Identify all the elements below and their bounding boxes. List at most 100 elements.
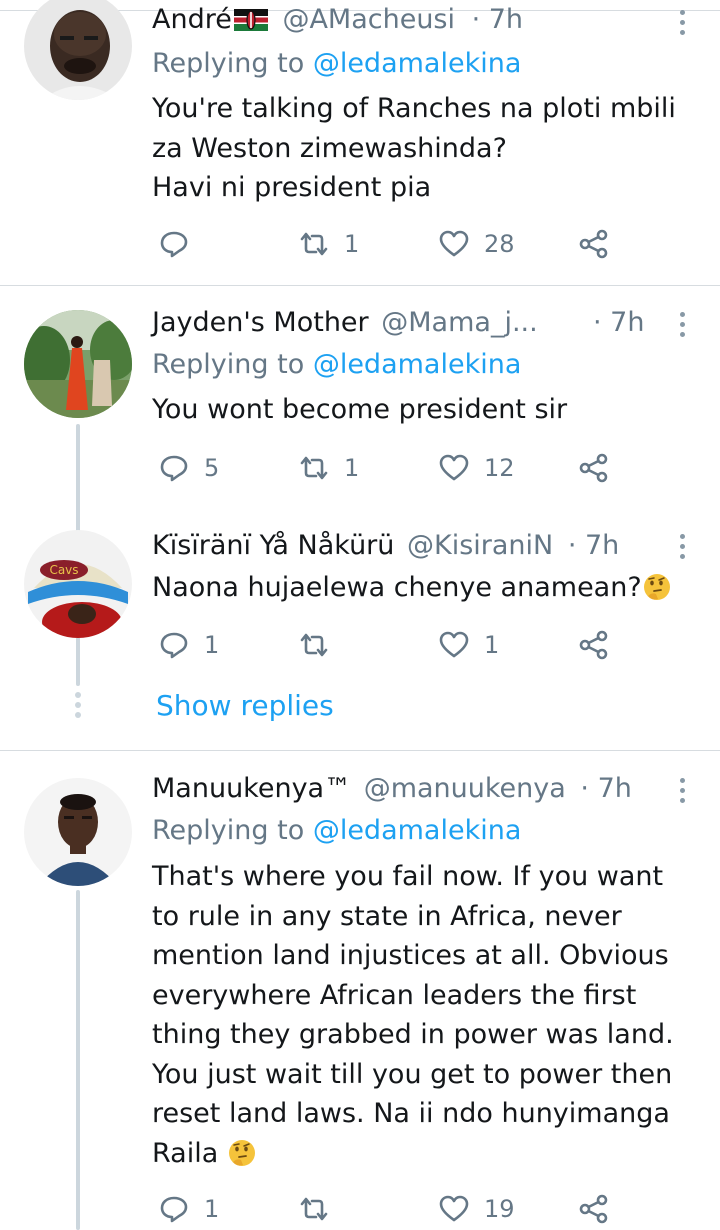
tweet-header: Kïsïränï Yå Nåkürü @KisiraniN · 7h [152, 528, 619, 564]
replying-to-label: Replying to [152, 815, 313, 846]
replying-to-handle[interactable]: @ledamalekina [313, 349, 522, 380]
display-name[interactable]: André [152, 4, 232, 35]
tweet-text-line: Naona hujaelewa chenye anamean? [152, 572, 642, 603]
tweet-text-line: mention land injustices at all. Obvious [152, 940, 669, 971]
share-button[interactable] [578, 1191, 610, 1227]
avatar[interactable] [24, 778, 132, 886]
thinking-face-icon [228, 1139, 255, 1166]
tweet-text: You wont become president sir [152, 390, 692, 430]
share-icon [579, 1194, 608, 1224]
display-name[interactable]: Jayden's Mother [152, 307, 369, 338]
more-options-icon[interactable] [680, 10, 686, 40]
reply-icon [160, 632, 188, 659]
like-count: 12 [484, 454, 515, 482]
tweet-text-line: everywhere African leaders the first [152, 979, 637, 1011]
like-button[interactable]: 12 [438, 450, 515, 486]
tweet-text: Naona hujaelewa chenye anamean? [152, 568, 692, 608]
thread-line [76, 890, 80, 1230]
retweet-icon [300, 633, 328, 657]
tweet-text-line: thing they grabbed in power was land. [152, 1019, 674, 1050]
tweet-text-line: to rule in any state in Africa, never [152, 900, 622, 932]
tweet-text-line: You just wait till you get to power then [152, 1058, 673, 1090]
retweet-count: 1 [344, 454, 360, 482]
retweet-button[interactable] [298, 1191, 330, 1227]
replying-to: Replying to @ledamalekina [152, 347, 521, 383]
reply-count: 1 [204, 1195, 220, 1223]
reply-icon [160, 1196, 188, 1223]
heart-icon [439, 631, 469, 658]
like-count: 1 [484, 631, 500, 659]
reply-button[interactable]: 5 [158, 450, 219, 486]
tweet-header: Manuukenya™ @manuukenya · 7h [152, 771, 632, 807]
share-icon [579, 229, 608, 259]
share-button[interactable] [578, 627, 610, 663]
kenya-flag-icon [233, 5, 268, 41]
reply-count: 1 [204, 631, 220, 659]
tweet-actions: 1 1 [150, 627, 650, 663]
avatar[interactable] [24, 310, 132, 418]
user-handle[interactable]: @KisiraniN [407, 530, 553, 561]
more-options-icon[interactable] [680, 534, 686, 564]
heart-icon [439, 454, 469, 481]
tweet-text-line: You wont become president sir [152, 394, 568, 425]
tweet-actions: 1 19 [150, 1191, 650, 1227]
reply-button[interactable]: 1 [158, 627, 219, 663]
share-icon [579, 630, 608, 660]
svg-text:Cavs: Cavs [49, 563, 78, 577]
replying-to-handle[interactable]: @ledamalekina [313, 815, 522, 846]
retweet-icon [300, 1197, 328, 1221]
tweet-actions: 5 1 12 [150, 450, 650, 486]
thread-dots [74, 692, 82, 722]
show-replies-link[interactable]: Show replies [156, 688, 334, 724]
retweet-count: 1 [344, 230, 360, 258]
like-button[interactable]: 19 [438, 1191, 515, 1227]
heart-icon [439, 230, 469, 257]
tweet-time: · 7h [593, 307, 645, 338]
tweet-time: · 7h [580, 773, 632, 804]
user-handle[interactable]: @AMacheusi [282, 4, 455, 35]
reply-button[interactable]: 1 [158, 1191, 219, 1227]
replying-to: Replying to @ledamalekina [152, 46, 521, 82]
replying-to: Replying to @ledamalekina [152, 813, 521, 849]
retweet-button[interactable]: 1 [298, 226, 359, 262]
tweet-text-line: Havi ni president pia [152, 172, 432, 203]
tweet-text-line: That's where you fail now. If you want [152, 861, 664, 892]
reply-button[interactable] [158, 226, 190, 262]
tweet-text-line: reset land laws. Na ii ndo hunyimanga [152, 1098, 670, 1129]
tweet-actions: 1 28 [150, 226, 650, 262]
retweet-button[interactable] [298, 627, 330, 663]
reply-count: 5 [204, 454, 220, 482]
avatar[interactable] [24, 0, 132, 100]
more-options-icon[interactable] [680, 778, 686, 808]
user-handle[interactable]: @Mama_j... [381, 307, 537, 338]
tweet-time: · 7h [471, 4, 524, 35]
tweet-text: You're talking of Ranches na ploti mbili… [152, 89, 692, 208]
retweet-button[interactable]: 1 [298, 450, 359, 486]
tweet-header: Jayden's Mother @Mama_j... · 7h [152, 305, 644, 341]
avatar[interactable]: Cavs [24, 530, 132, 638]
tweet-divider [0, 285, 720, 286]
display-name[interactable]: Manuukenya™ [152, 773, 351, 804]
like-button[interactable]: 1 [438, 627, 499, 663]
like-count: 28 [484, 230, 515, 258]
tweet-header: André @AMacheusi · 7h [152, 2, 523, 38]
share-button[interactable] [578, 450, 610, 486]
share-button[interactable] [578, 226, 610, 262]
tweet-divider [0, 750, 720, 751]
thinking-face-icon [643, 574, 670, 600]
display-name[interactable]: Kïsïränï Yå Nåkürü [152, 530, 394, 561]
tweet-text-line: You're talking of Ranches na ploti mbili [152, 93, 676, 124]
tweet-text-line: Raila [152, 1137, 219, 1169]
tweet-text-line: za Weston zimewashinda? [152, 132, 507, 164]
like-button[interactable]: 28 [438, 226, 515, 262]
replying-to-handle[interactable]: @ledamalekina [313, 48, 522, 79]
replying-to-label: Replying to [152, 48, 313, 79]
tweet-text: That's where you fail now. If you want t… [152, 857, 692, 1173]
retweet-icon [300, 456, 328, 480]
tweet-time: · 7h [567, 530, 620, 561]
like-count: 19 [484, 1195, 515, 1223]
user-handle[interactable]: @manuukenya [364, 773, 566, 804]
reply-icon [160, 455, 188, 482]
more-options-icon[interactable] [680, 312, 686, 342]
heart-icon [439, 1195, 469, 1222]
